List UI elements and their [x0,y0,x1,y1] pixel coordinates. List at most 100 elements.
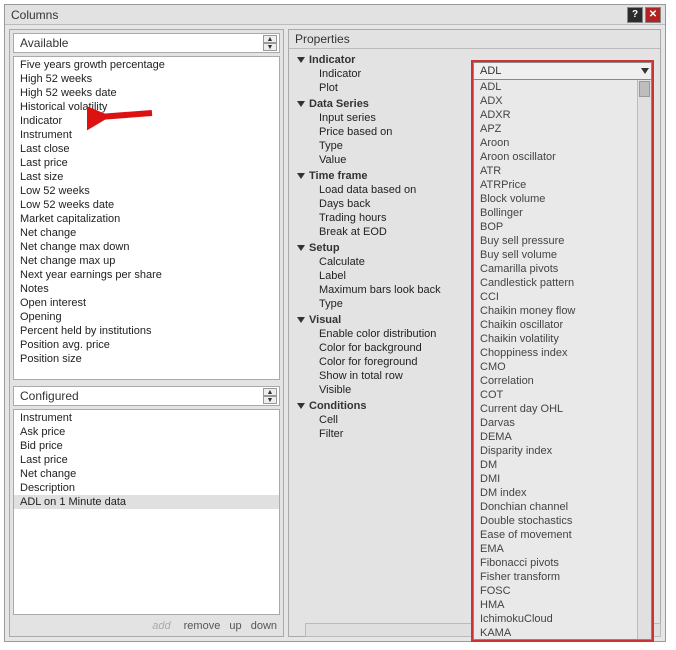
list-item[interactable]: Next year earnings per share [14,268,279,282]
list-item[interactable]: Description [14,481,279,495]
list-item[interactable]: Open interest [14,296,279,310]
dropdown-value: ADL [480,65,501,77]
columns-window: Columns ? ✕ Available ▲ ▼ Five years gro… [4,4,666,642]
list-item[interactable]: Low 52 weeks date [14,198,279,212]
dropdown-option[interactable]: DMI [474,472,651,486]
dropdown-option[interactable]: Disparity index [474,444,651,458]
dropdown-option[interactable]: Chaikin volatility [474,332,651,346]
expand-icon [297,173,305,179]
dropdown-option[interactable]: ATR [474,164,651,178]
dropdown-option[interactable]: Donchian channel [474,500,651,514]
dropdown-option[interactable]: CCI [474,290,651,304]
list-item[interactable]: Position avg. price [14,338,279,352]
dropdown-option[interactable]: Current day OHL [474,402,651,416]
expand-icon [297,317,305,323]
spinner-down-icon: ▼ [263,43,277,51]
list-item[interactable]: Historical volatility [14,100,279,114]
dropdown-option[interactable]: Bollinger [474,206,651,220]
list-item[interactable]: ADL on 1 Minute data [14,495,279,509]
dropdown-option[interactable]: CMO [474,360,651,374]
dropdown-option[interactable]: IchimokuCloud [474,612,651,626]
available-spinner[interactable]: ▲ ▼ [263,35,277,51]
dropdown-option[interactable]: Aroon oscillator [474,150,651,164]
list-item[interactable]: Net change [14,467,279,481]
dropdown-scrollbar[interactable] [637,80,651,639]
dropdown-option[interactable]: Fibonacci pivots [474,556,651,570]
list-item[interactable]: Last price [14,156,279,170]
dropdown-option[interactable]: APZ [474,122,651,136]
list-item[interactable]: Position size [14,352,279,366]
dropdown-option[interactable]: ATRPrice [474,178,651,192]
dropdown-option[interactable]: Camarilla pivots [474,262,651,276]
list-item[interactable]: Last price [14,453,279,467]
dropdown-option[interactable]: ADXR [474,108,651,122]
list-item[interactable]: Low 52 weeks [14,184,279,198]
dropdown-option[interactable]: Block volume [474,192,651,206]
dropdown-option[interactable]: DM index [474,486,651,500]
dropdown-option[interactable]: Correlation [474,374,651,388]
up-action[interactable]: up [229,620,241,632]
group-label: Setup [309,242,340,254]
list-item[interactable]: Instrument [14,128,279,142]
dropdown-option[interactable]: Ease of movement [474,528,651,542]
indicator-dropdown[interactable]: ADL ADLADXADXRAPZAroonAroon oscillatorAT… [471,60,654,642]
dropdown-option[interactable]: Choppiness index [474,346,651,360]
list-item[interactable]: Five years growth percentage [14,58,279,72]
dropdown-option[interactable]: DM [474,458,651,472]
configured-label: Configured [20,389,79,403]
close-button[interactable]: ✕ [645,7,661,23]
list-item[interactable]: Instrument [14,411,279,425]
list-item[interactable]: Last close [14,142,279,156]
list-item[interactable]: Ask price [14,425,279,439]
dropdown-option[interactable]: BOP [474,220,651,234]
group-label: Conditions [309,400,366,412]
list-actions: add remove up down [10,618,283,636]
list-item[interactable]: Net change max up [14,254,279,268]
down-action[interactable]: down [251,620,277,632]
list-item[interactable]: Market capitalization [14,212,279,226]
available-list[interactable]: Five years growth percentageHigh 52 week… [13,56,280,380]
list-item[interactable]: Percent held by institutions [14,324,279,338]
dropdown-option[interactable]: Fisher transform [474,570,651,584]
list-item[interactable]: High 52 weeks date [14,86,279,100]
dropdown-selected[interactable]: ADL [473,62,652,80]
dropdown-option[interactable]: Buy sell pressure [474,234,651,248]
list-item[interactable]: Bid price [14,439,279,453]
titlebar: Columns ? ✕ [5,5,665,25]
dropdown-option[interactable]: EMA [474,542,651,556]
dropdown-option[interactable]: Buy sell volume [474,248,651,262]
add-action[interactable]: add [152,620,170,632]
spinner-up-icon: ▲ [263,388,277,396]
list-item[interactable]: Net change max down [14,240,279,254]
available-label: Available [20,36,68,50]
dropdown-option[interactable]: ADL [474,80,651,94]
dropdown-option[interactable]: Aroon [474,136,651,150]
dropdown-option[interactable]: DEMA [474,430,651,444]
group-label: Indicator [309,54,355,66]
dropdown-option[interactable]: ADX [474,94,651,108]
list-item[interactable]: Notes [14,282,279,296]
dropdown-option[interactable]: KAMA [474,626,651,640]
dropdown-option[interactable]: HMA [474,598,651,612]
list-item[interactable]: Indicator [14,114,279,128]
dropdown-option[interactable]: Double stochastics [474,514,651,528]
dropdown-option[interactable]: COT [474,388,651,402]
list-item[interactable]: High 52 weeks [14,72,279,86]
configured-list[interactable]: InstrumentAsk priceBid priceLast priceNe… [13,409,280,615]
list-item[interactable]: Opening [14,310,279,324]
list-item[interactable]: Last size [14,170,279,184]
dropdown-option[interactable]: Chaikin oscillator [474,318,651,332]
dropdown-option[interactable]: Candlestick pattern [474,276,651,290]
properties-label: Properties [289,30,660,49]
scrollbar-thumb[interactable] [639,81,650,97]
group-label: Time frame [309,170,368,182]
remove-action[interactable]: remove [184,620,221,632]
dropdown-list[interactable]: ADLADXADXRAPZAroonAroon oscillatorATRATR… [473,80,652,640]
expand-icon [297,245,305,251]
dropdown-option[interactable]: FOSC [474,584,651,598]
configured-spinner[interactable]: ▲ ▼ [263,388,277,404]
help-button[interactable]: ? [627,7,643,23]
dropdown-option[interactable]: Chaikin money flow [474,304,651,318]
list-item[interactable]: Net change [14,226,279,240]
dropdown-option[interactable]: Darvas [474,416,651,430]
